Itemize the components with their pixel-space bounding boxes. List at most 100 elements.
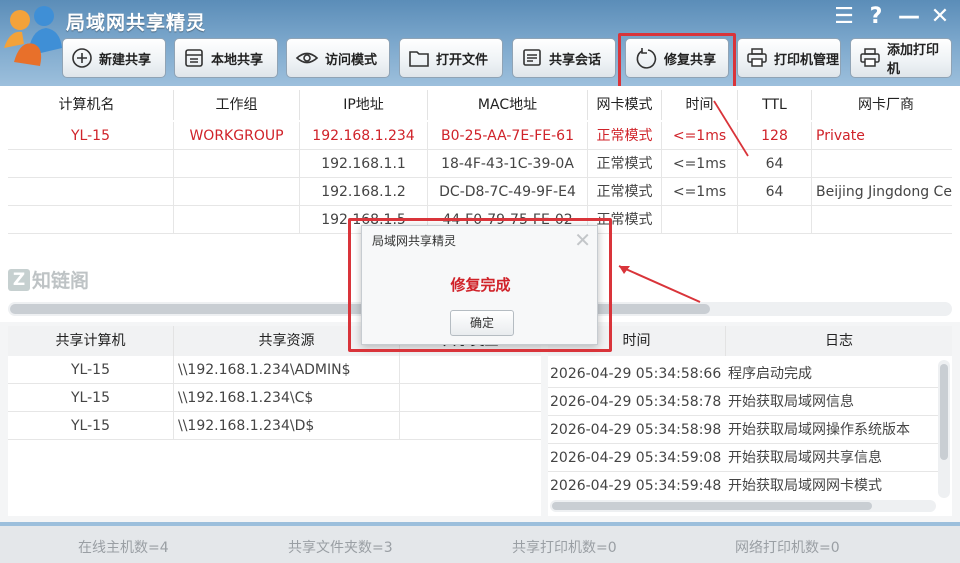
cell-computer-name: YL-15 (8, 122, 174, 149)
log-row[interactable]: 2026-04-29 05:34:58:98 开始获取局域网操作系统版本 (548, 416, 938, 444)
cell-share-type (400, 384, 541, 411)
cell-log-time: 2026-04-29 05:34:59:48 (550, 478, 722, 494)
watermark-text: 知链阁 (32, 270, 90, 292)
cell-workgroup (174, 178, 300, 205)
highlight-box-dialog (348, 218, 612, 352)
cell-share-type (400, 412, 541, 439)
horizontal-scrollbar[interactable] (550, 500, 936, 512)
column-header[interactable]: 计算机名 (0, 90, 174, 120)
cell-ttl: 64 (738, 150, 812, 177)
cell-log-time: 2026-04-29 05:34:58:98 (550, 422, 722, 438)
share-list-panel: 共享计算机 共享资源 共享类型 YL-15 \\192.168.1.234\AD… (8, 326, 541, 516)
printer-icon (747, 48, 767, 67)
share-table-body: YL-15 \\192.168.1.234\ADMIN$ YL-15 \\192… (8, 356, 541, 440)
share-session-button[interactable]: 共享会话 (512, 38, 616, 78)
cell-computer-name (8, 206, 174, 233)
cell-computer-name (8, 150, 174, 177)
log-table-body: 2026-04-29 05:34:58:66 程序启动完成 2026-04-29… (548, 360, 938, 498)
log-row[interactable]: 2026-04-29 05:34:59:08 开始获取局域网共享信息 (548, 444, 938, 472)
close-icon[interactable]: ✕ (930, 6, 950, 28)
shared-printers-count: 共享打印机数=0 (512, 540, 617, 556)
cell-workgroup: WORKGROUP (174, 122, 300, 149)
log-row[interactable]: 2026-04-29 05:34:59:48 开始获取局域网网卡模式 (548, 472, 938, 498)
share-session-label: 共享会话 (549, 52, 602, 68)
cell-vendor: Beijing Jingdong Ce (816, 184, 952, 200)
table-row[interactable]: YL-15 WORKGROUP 192.168.1.234 B0-25-AA-7… (8, 122, 952, 150)
table-row[interactable]: YL-15 \\192.168.1.234\D$ (8, 412, 541, 440)
log-panel: 时间 日志 2026-04-29 05:34:58:66 程序启动完成 2026… (548, 326, 952, 516)
plus-circle-icon (72, 48, 92, 68)
open-file-label: 打开文件 (436, 52, 489, 68)
scrollbar-thumb[interactable] (940, 364, 948, 460)
column-header[interactable]: MAC地址 (428, 90, 588, 120)
menu-icon[interactable]: ☰ (834, 6, 854, 28)
cell-ttl: 128 (738, 122, 812, 149)
local-share-label: 本地共享 (211, 52, 264, 68)
toolbar: 新建共享 本地共享 访问模式 打开文件 共享会话 修复共享 打印机管理 添加打印… (0, 38, 960, 80)
local-share-button[interactable]: 本地共享 (174, 38, 278, 78)
cell-log-message: 开始获取局域网操作系统版本 (728, 422, 910, 438)
column-header[interactable]: 工作组 (174, 90, 300, 120)
add-printer-label: 添加打印机 (887, 43, 940, 77)
cell-mac: DC-D8-7C-49-9F-E4 (428, 178, 588, 205)
printer-add-icon (860, 48, 880, 67)
cell-log-message: 开始获取局域网共享信息 (728, 450, 882, 466)
app-title: 局域网共享精灵 (66, 12, 207, 34)
column-header[interactable]: IP地址 (300, 90, 428, 120)
cell-ip: 192.168.1.2 (300, 178, 428, 205)
help-icon[interactable]: ? (866, 6, 886, 28)
new-share-button[interactable]: 新建共享 (62, 38, 166, 78)
column-header[interactable]: 网卡模式 (588, 90, 662, 120)
shared-folders-count: 共享文件夹数=3 (288, 540, 393, 556)
window-controls: ☰ ? — ✕ (834, 6, 950, 28)
cell-ttl: 64 (738, 178, 812, 205)
bottom-area: 共享计算机 共享资源 共享类型 YL-15 \\192.168.1.234\AD… (0, 322, 960, 522)
log-row[interactable]: 2026-04-29 05:34:58:78 开始获取局域网信息 (548, 388, 938, 416)
vertical-scrollbar[interactable] (938, 360, 950, 498)
cell-mac: B0-25-AA-7E-FE-61 (428, 122, 588, 149)
cell-ip: 192.168.1.1 (300, 150, 428, 177)
printer-management-label: 打印机管理 (774, 52, 840, 68)
table-row[interactable]: YL-15 \\192.168.1.234\C$ (8, 384, 541, 412)
add-printer-button[interactable]: 添加打印机 (850, 38, 952, 78)
open-file-button[interactable]: 打开文件 (399, 38, 503, 78)
scrollbar-thumb[interactable] (552, 502, 872, 510)
cell-mac: 18-4F-43-1C-39-0A (428, 150, 588, 177)
cell-log-message: 开始获取局域网网卡模式 (728, 478, 882, 494)
access-mode-label: 访问模式 (325, 52, 378, 68)
column-header[interactable]: 日志 (726, 326, 952, 356)
cell-nic-mode: 正常模式 (588, 150, 662, 177)
table-row[interactable]: 192.168.1.1 18-4F-43-1C-39-0A 正常模式 <=1ms… (8, 150, 952, 178)
cell-log-message: 程序启动完成 (728, 366, 812, 382)
table-row[interactable]: YL-15 \\192.168.1.234\ADMIN$ (8, 356, 541, 384)
column-header[interactable]: 共享计算机 (8, 326, 174, 356)
cell-vendor (812, 206, 952, 233)
cell-time (662, 206, 738, 233)
cell-share-type (400, 356, 541, 383)
column-header[interactable]: 网卡厂商 (812, 90, 960, 120)
table-row[interactable]: 192.168.1.2 DC-D8-7C-49-9F-E4 正常模式 <=1ms… (8, 178, 952, 206)
cell-workgroup (174, 150, 300, 177)
cell-log-time: 2026-04-29 05:34:58:66 (550, 366, 722, 382)
eye-icon (295, 52, 319, 64)
log-row[interactable]: 2026-04-29 05:34:58:66 程序启动完成 (548, 360, 938, 388)
cell-ip: 192.168.1.234 (300, 122, 428, 149)
cell-share-computer: YL-15 (8, 384, 174, 411)
minimize-icon[interactable]: — (898, 6, 920, 28)
cell-vendor (812, 150, 952, 177)
printer-management-button[interactable]: 打印机管理 (737, 38, 841, 78)
highlight-box-repair (618, 33, 736, 89)
cell-share-computer: YL-15 (8, 356, 174, 383)
app-window: 局域网共享精灵 ☰ ? — ✕ 新建共享 本地共享 访问模式 打开文件 共享会话 (0, 0, 960, 563)
column-header[interactable]: TTL (738, 90, 812, 120)
column-header[interactable]: 时间 (662, 90, 738, 120)
cell-time: <=1ms (662, 150, 738, 177)
cell-log-time: 2026-04-29 05:34:59:08 (550, 450, 722, 466)
access-mode-button[interactable]: 访问模式 (286, 38, 390, 78)
title-bar: 局域网共享精灵 ☰ ? — ✕ (0, 0, 960, 66)
cell-time: <=1ms (662, 122, 738, 149)
cell-share-resource: \\192.168.1.234\C$ (174, 384, 400, 411)
cell-nic-mode: 正常模式 (588, 178, 662, 205)
window-icon (185, 49, 203, 67)
cell-workgroup (174, 206, 300, 233)
